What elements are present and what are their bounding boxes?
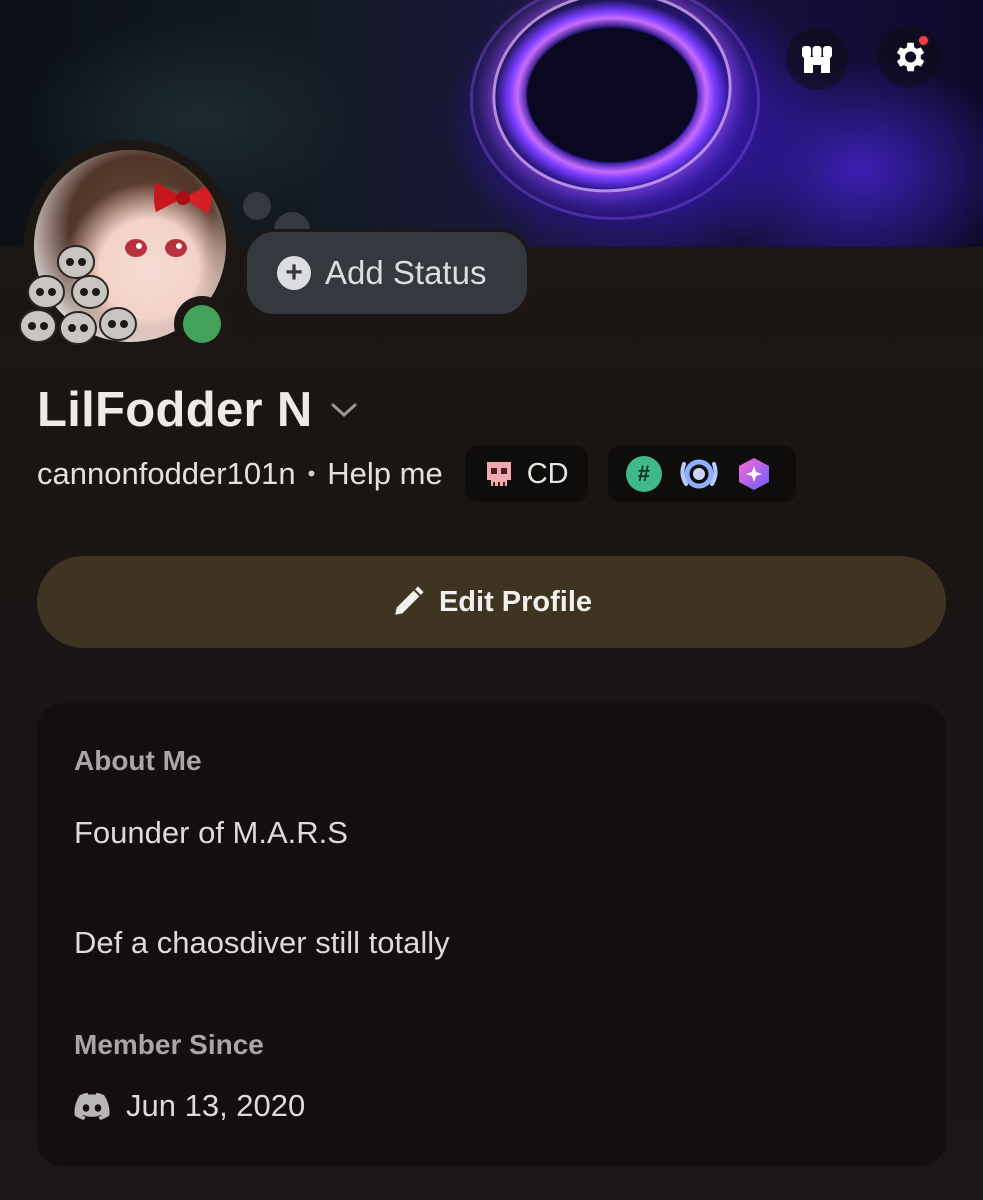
notification-dot [917, 34, 930, 47]
online-status-indicator [174, 296, 230, 352]
quest-badge-icon[interactable] [678, 454, 720, 494]
about-me-line: Def a chaosdiver still totally [74, 925, 450, 960]
plus-icon: + [277, 256, 311, 290]
display-name: LilFodder N [37, 383, 313, 437]
ribbon-bow-decoration [154, 182, 212, 214]
skulls-decoration [19, 245, 137, 345]
hashtag-badge-icon[interactable]: # [625, 456, 662, 492]
chevron-down-icon[interactable] [331, 402, 357, 418]
discord-logo-icon [74, 1092, 110, 1120]
about-me-line: Founder of M.A.R.S [74, 815, 348, 850]
add-status-label: Add Status [325, 254, 487, 291]
username: cannonfodder101n [37, 456, 296, 491]
add-status-button[interactable]: + Add Status [244, 229, 530, 317]
thought-bubble-dot [243, 192, 271, 220]
about-me-heading: About Me [74, 745, 202, 776]
member-since-date: Jun 13, 2020 [126, 1088, 306, 1123]
skull-icon [486, 462, 511, 486]
badges-row[interactable]: # [607, 446, 796, 502]
custom-status-text: Help me [327, 456, 443, 491]
shop-button[interactable] [786, 28, 848, 90]
server-tag[interactable]: CD [464, 446, 588, 502]
server-tag-label: CD [526, 457, 569, 490]
nitro-badge-icon[interactable] [736, 456, 772, 492]
settings-button[interactable] [878, 26, 940, 88]
member-since-heading: Member Since [74, 1029, 264, 1060]
banner-portal-outer [470, 0, 760, 220]
shop-icon [802, 46, 832, 73]
edit-profile-button[interactable]: Edit Profile [37, 556, 946, 648]
pencil-icon [395, 586, 424, 615]
separator-dot: • [307, 461, 316, 486]
about-card: About Me Founder of M.A.R.S Def a chaosd… [37, 703, 946, 1166]
edit-profile-label: Edit Profile [438, 585, 593, 618]
